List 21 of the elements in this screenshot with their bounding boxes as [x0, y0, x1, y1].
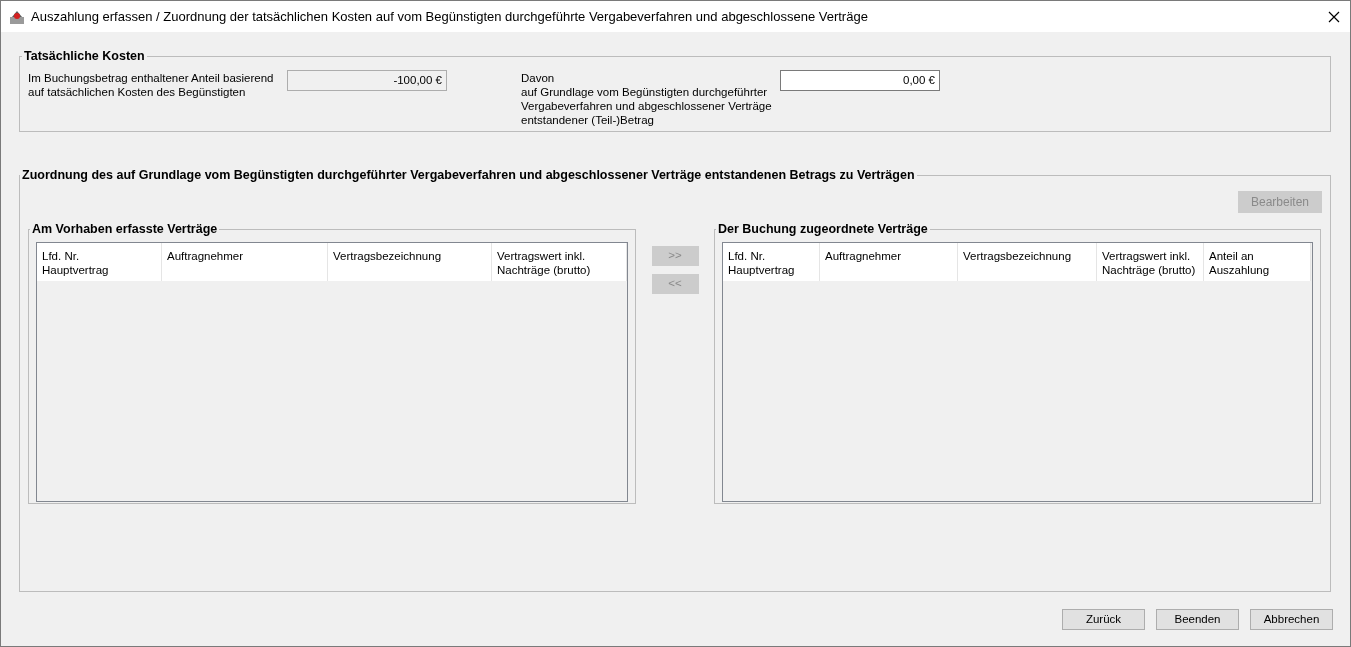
window-title: Auszahlung erfassen / Zuordnung der tatsächlichen Kosten auf vom Begünstigten durchgeführte Vergabeverfahren und abgeschlossene Verträge — [31, 7, 868, 26]
footer-button[interactable]: Abbrechen — [1250, 609, 1333, 630]
column-header[interactable]: Lfd. Nr. Hauptvertrag — [37, 242, 162, 281]
field-label: Davon auf Grundlage vom Begünstigten durchgeführter Vergabeverfahren und abgeschlossener Verträge entstandener (Teil-)Betrag — [521, 70, 773, 127]
footer-button[interactable]: Beenden — [1156, 609, 1239, 630]
column-header[interactable]: Vertragswert inkl. Nachträge (brutto) — [492, 242, 627, 281]
column-header[interactable]: Vertragsbezeichnung — [328, 242, 492, 281]
column-header[interactable]: Auftragnehmer — [162, 242, 328, 281]
column-header[interactable]: Vertragswert inkl. Nachträge (brutto) — [1097, 242, 1204, 281]
column-header[interactable]: Auftragnehmer — [820, 242, 958, 281]
field-label: Im Buchungsbetrag enthaltener Anteil basierend auf tatsächlichen Kosten des Begünstigten — [28, 70, 275, 99]
section-title: Tatsächliche Kosten — [23, 48, 146, 65]
group-title: Am Vorhaben erfasste Verträge — [31, 220, 219, 238]
amount-field[interactable]: 0,00 € — [780, 69, 940, 91]
column-header[interactable]: Anteil an Auszahlung — [1204, 242, 1311, 281]
section-title: Zuordnung des auf Grundlage vom Begünstigten durchgeführter Vergabeverfahren und abgeschlossener Verträge entstandenen Betrags zu Verträgen — [21, 167, 916, 184]
column-header[interactable]: Vertragsbezeichnung — [958, 242, 1097, 281]
group-title: Der Buchung zugeordnete Verträge — [717, 220, 929, 238]
footer-button[interactable]: Zurück — [1062, 609, 1145, 630]
column-header[interactable]: Lfd. Nr. Hauptvertrag — [723, 242, 820, 281]
close-icon[interactable] — [1328, 10, 1340, 23]
